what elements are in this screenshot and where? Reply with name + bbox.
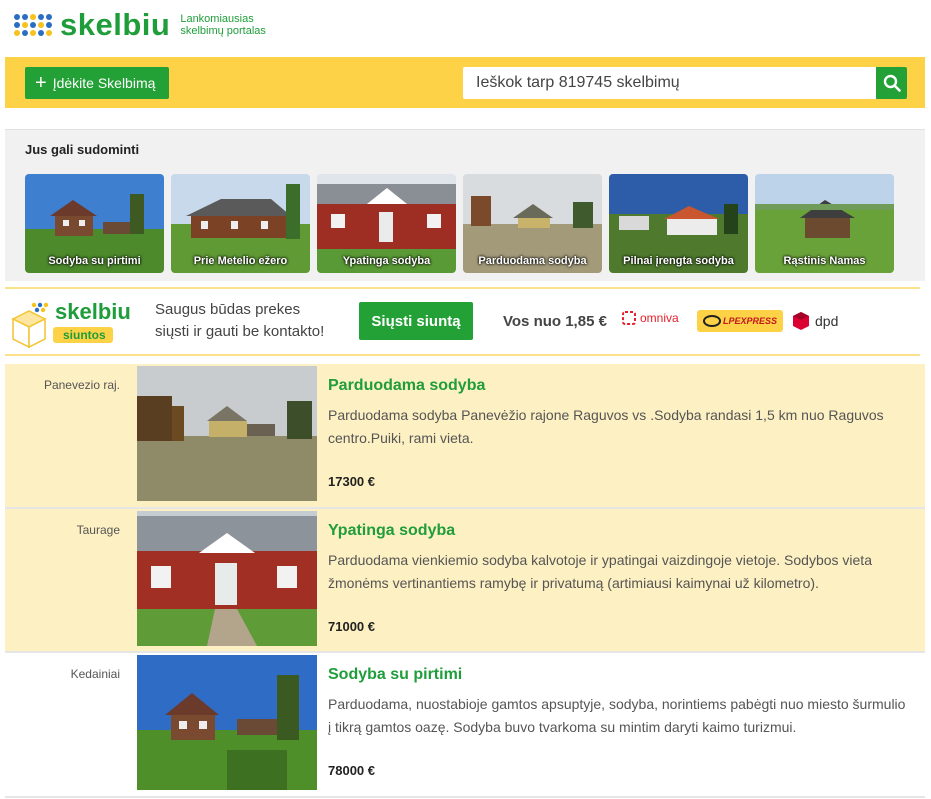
recommendation-card[interactable]: Pilnai įrengta sodyba [609, 174, 748, 273]
recommendations-title: Jus gali sudominti [25, 142, 140, 157]
siuntos-logo: skelbiu siuntos [9, 297, 149, 354]
send-parcel-button[interactable]: Siųsti siuntą [359, 302, 473, 340]
site-header: skelbiu Lankomiausias skelbimų portalas [0, 0, 931, 57]
top-toolbar: + Įdėkite Skelbimą [5, 57, 925, 108]
horn-icon [703, 315, 721, 327]
listing-item[interactable]: Taurage Ypatinga sodyba Parduodama vienk… [5, 509, 925, 653]
search-box [463, 67, 876, 99]
search-input[interactable] [463, 67, 876, 99]
add-listing-label: Įdėkite Skelbimą [52, 75, 156, 91]
listing-item[interactable]: Kedainiai Sodyba su pirtimi Parduodama, … [5, 653, 925, 798]
recommendation-label: Rąstinis Namas [783, 255, 866, 267]
siuntos-logo-word: skelbiu [55, 299, 131, 324]
listing-location: Panevezio raj. [43, 378, 120, 392]
listing-photo[interactable] [137, 511, 317, 646]
listing-title[interactable]: Parduodama sodyba [328, 377, 485, 395]
logo-wordmark: skelbiu [60, 7, 171, 42]
recommendation-card[interactable]: Prie Metelio ežero [171, 174, 310, 273]
listing-price: 71000 € [328, 619, 375, 634]
page: skelbiu Lankomiausias skelbimų portalas … [0, 0, 931, 799]
logo-dots-icon [14, 14, 52, 36]
recommendation-label: Parduodama sodyba [478, 255, 587, 267]
listing-location: Taurage [76, 523, 120, 537]
shipping-text: Saugus būdas prekes siųsti ir gauti be k… [155, 299, 324, 343]
recommendation-card[interactable]: Sodyba su pirtimi [25, 174, 164, 273]
shipping-banner[interactable]: skelbiu siuntos Saugus būdas prekes siųs… [5, 287, 920, 356]
recommendation-label: Sodyba su pirtimi [48, 255, 141, 267]
listing-photo[interactable] [137, 366, 317, 501]
tagline-line-1: Lankomiausias [180, 13, 254, 25]
siuntos-logo-sub: siuntos [63, 328, 106, 342]
recommendation-label: Pilnai įrengta sodyba [623, 255, 734, 267]
listing-item[interactable]: Panevezio raj. Parduodama sodyba Parduod… [5, 364, 925, 509]
listing-title[interactable]: Ypatinga sodyba [328, 522, 455, 540]
shipping-text-line-1: Saugus būdas prekes [155, 301, 301, 318]
carrier-dpd: dpd [792, 311, 838, 331]
listing-price: 78000 € [328, 763, 375, 778]
listing-price: 17300 € [328, 474, 375, 489]
add-listing-button[interactable]: + Įdėkite Skelbimą [25, 67, 169, 99]
omniva-icon [622, 311, 636, 325]
listing-description: Parduodama sodyba Panevėžio rajone Raguv… [328, 407, 884, 446]
carrier-label: LPEXPRESS [723, 316, 778, 326]
house-photo [137, 366, 317, 501]
tagline-line-2: skelbimų portalas [180, 25, 266, 37]
site-logo[interactable]: skelbiu Lankomiausias skelbimų portalas [14, 8, 266, 42]
listing-description: Parduodama, nuostabioje gamtos apsuptyje… [328, 696, 906, 735]
search-button[interactable] [876, 67, 907, 99]
recommendation-label: Prie Metelio ežero [193, 255, 288, 267]
house-photo [137, 511, 317, 646]
shipping-text-line-2: siųsti ir gauti be kontakto! [155, 323, 325, 340]
recommendation-card[interactable]: Parduodama sodyba [463, 174, 602, 273]
carrier-label: dpd [815, 313, 839, 329]
recommendation-label: Ypatinga sodyba [342, 255, 431, 267]
dpd-cube-icon [793, 312, 809, 330]
carrier-omniva: omniva [622, 311, 679, 325]
listing-photo[interactable] [137, 655, 317, 790]
recommendation-card[interactable]: Rąstinis Namas [755, 174, 894, 273]
search-icon [883, 74, 901, 92]
recommendation-card[interactable]: Ypatinga sodyba [317, 174, 456, 273]
recommendations-panel: Jus gali sudominti Sodyba su pirtimi Pri… [5, 129, 925, 281]
logo-tagline: Lankomiausias skelbimų portalas [180, 13, 266, 37]
house-photo [137, 655, 317, 790]
recommendations-list: Sodyba su pirtimi Prie Metelio ežero Ypa… [25, 174, 894, 273]
plus-icon: + [35, 72, 47, 94]
carrier-lpexpress: LPEXPRESS [697, 310, 784, 332]
carrier-label: omniva [640, 311, 679, 325]
shipping-price: Vos nuo 1,85 € [503, 313, 607, 330]
listing-location: Kedainiai [70, 667, 120, 681]
listing-title[interactable]: Sodyba su pirtimi [328, 666, 462, 684]
listing-description: Parduodama vienkiemio sodyba kalvotoje i… [328, 552, 872, 591]
